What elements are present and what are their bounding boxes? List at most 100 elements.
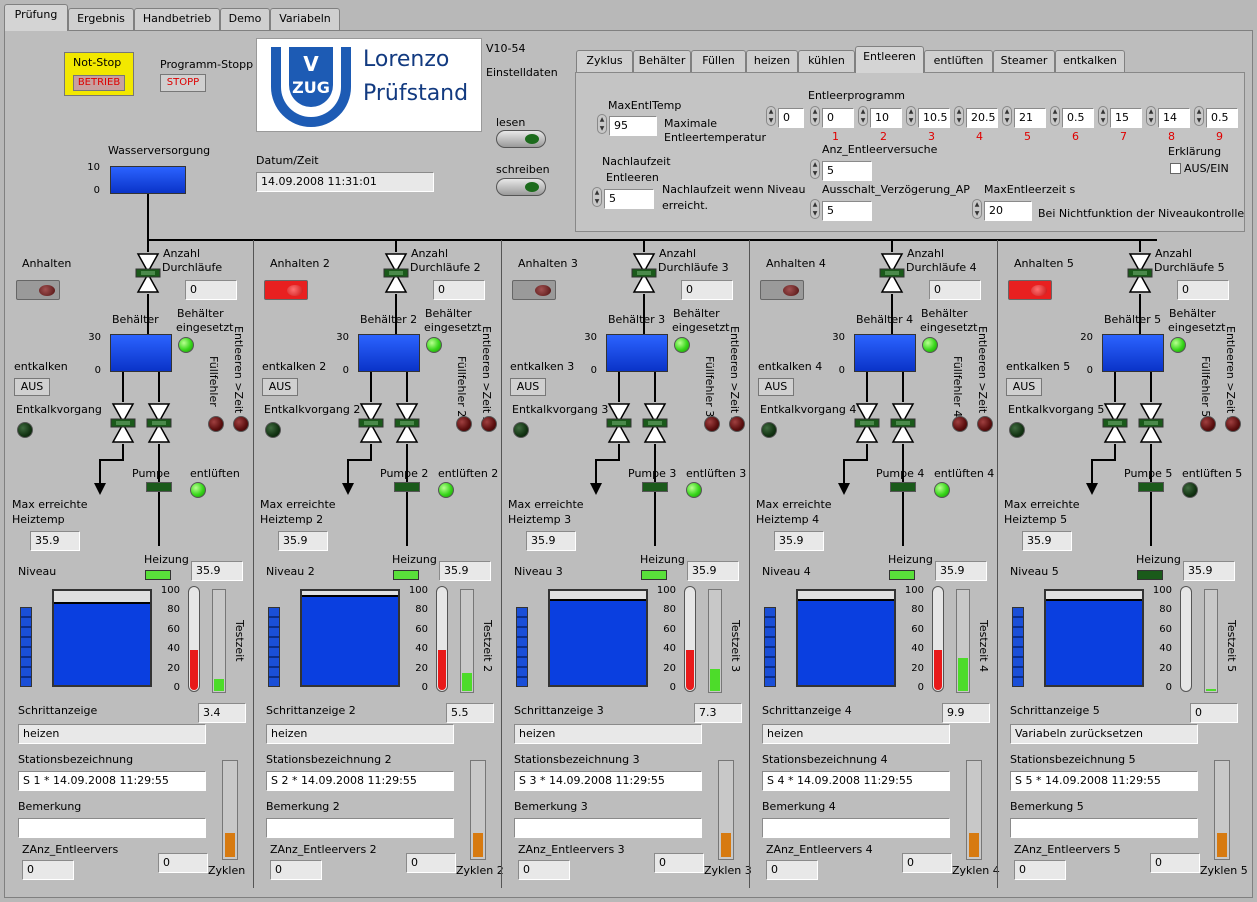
st1-inlet-valve-icon[interactable] bbox=[135, 252, 161, 294]
st1-thermo-scale-0: 0 bbox=[173, 682, 180, 693]
aus-field[interactable]: 5 bbox=[822, 201, 872, 221]
subtab-fllen[interactable]: Füllen bbox=[691, 50, 746, 72]
prog-spinner-4[interactable]: ▲ ▼ bbox=[954, 106, 964, 126]
anz-field[interactable]: 5 bbox=[822, 161, 872, 181]
st3-stationsbez-field[interactable]: S 3 * 14.09.2008 11:29:55 bbox=[514, 771, 702, 791]
maxzeit-field[interactable]: 20 bbox=[984, 201, 1032, 221]
st4-entkalken-aus-button[interactable]: AUS bbox=[758, 378, 794, 396]
st3-outlet-pipe-right bbox=[654, 372, 656, 402]
st2-inlet-valve-icon[interactable] bbox=[383, 252, 409, 294]
erklaerung-checkbox[interactable] bbox=[1170, 163, 1181, 174]
nachlauf-desc2: erreicht. bbox=[662, 199, 709, 212]
st2-stationsbez-field[interactable]: S 2 * 14.09.2008 11:29:55 bbox=[266, 771, 454, 791]
stopp-button[interactable]: STOPP bbox=[160, 74, 206, 92]
st4-entlueften-label: entlüften 4 bbox=[934, 467, 995, 480]
st5-anhalten-toggle[interactable] bbox=[1008, 280, 1052, 300]
subtab-zyklus[interactable]: Zyklus bbox=[576, 50, 633, 72]
st5-schritt-field: 0 bbox=[1190, 703, 1238, 723]
st3-drain-valve-icon[interactable] bbox=[606, 402, 632, 444]
prog-value-4[interactable]: 20.5 bbox=[966, 108, 998, 128]
subtab-heizen[interactable]: heizen bbox=[746, 50, 798, 72]
prog-value-2[interactable]: 10 bbox=[870, 108, 902, 128]
st5-stationsbez-field[interactable]: S 5 * 14.09.2008 11:29:55 bbox=[1010, 771, 1198, 791]
prog-spinner-8[interactable]: ▲ ▼ bbox=[1146, 106, 1156, 126]
subtab-entlften[interactable]: entlüften bbox=[924, 50, 993, 72]
subtab-steamer[interactable]: Steamer bbox=[993, 50, 1055, 72]
st4-inlet-valve-icon[interactable] bbox=[879, 252, 905, 294]
st5-zyklen-field: 0 bbox=[1150, 853, 1200, 873]
logo-mark-top: V bbox=[303, 52, 319, 76]
nachlauf-field[interactable]: 5 bbox=[604, 189, 654, 209]
lesen-button[interactable] bbox=[496, 130, 546, 148]
maxentltemp-field[interactable]: 95 bbox=[609, 116, 657, 136]
st5-drain-valve-icon[interactable] bbox=[1102, 402, 1128, 444]
st5-bemerkung-field[interactable] bbox=[1010, 818, 1198, 838]
prog-value-9[interactable]: 0.5 bbox=[1206, 108, 1238, 128]
st1-entkalken-aus-button[interactable]: AUS bbox=[14, 378, 50, 396]
prog-value-8[interactable]: 14 bbox=[1158, 108, 1190, 128]
subtab-behlter[interactable]: Behälter bbox=[633, 50, 691, 72]
st2-anhalten-toggle[interactable] bbox=[264, 280, 308, 300]
anz-spinner[interactable]: ▲ ▼ bbox=[810, 159, 820, 179]
subtab-entleeren[interactable]: Entleeren bbox=[855, 46, 924, 73]
st2-bemerkung-field[interactable] bbox=[266, 818, 454, 838]
st1-anhalten-toggle[interactable] bbox=[16, 280, 60, 300]
prog-spinner-2[interactable]: ▲ ▼ bbox=[858, 106, 868, 126]
tab-demo[interactable]: Demo bbox=[220, 8, 270, 30]
st4-drain-valve-icon[interactable] bbox=[854, 402, 880, 444]
maxzeit-spinner[interactable]: ▲ ▼ bbox=[972, 199, 982, 219]
st3-behaelter-label: Behälter 3 bbox=[608, 313, 666, 326]
st1-pump-valve-icon[interactable] bbox=[146, 402, 172, 444]
wasser-scale-bottom: 0 bbox=[93, 185, 100, 196]
prog-index-spinner[interactable]: ▲ ▼ bbox=[766, 106, 776, 126]
maxtemp-spinner[interactable]: ▲ ▼ bbox=[597, 114, 607, 134]
nachlauf-spinner[interactable]: ▲ ▼ bbox=[592, 187, 602, 207]
prog-spinner-1[interactable]: ▲ ▼ bbox=[810, 106, 820, 126]
schreiben-button[interactable] bbox=[496, 178, 546, 196]
st2-entkalken-aus-button[interactable]: AUS bbox=[262, 378, 298, 396]
st4-bemerkung-field[interactable] bbox=[762, 818, 950, 838]
prog-value-1[interactable]: 0 bbox=[822, 108, 854, 128]
st1-drain-valve-icon[interactable] bbox=[110, 402, 136, 444]
st5-entkalken-aus-button[interactable]: AUS bbox=[1006, 378, 1042, 396]
prog-spinner-9[interactable]: ▲ ▼ bbox=[1194, 106, 1204, 126]
subtab-entkalken[interactable]: entkalken bbox=[1055, 50, 1125, 72]
st3-inlet-valve-icon[interactable] bbox=[631, 252, 657, 294]
st3-schritt-label: Schrittanzeige 3 bbox=[514, 704, 604, 717]
st1-stationsbez-field[interactable]: S 1 * 14.09.2008 11:29:55 bbox=[18, 771, 206, 791]
st3-pump-valve-icon[interactable] bbox=[642, 402, 668, 444]
tab-variabeln[interactable]: Variabeln bbox=[270, 8, 340, 30]
prog-spinner-3[interactable]: ▲ ▼ bbox=[906, 106, 916, 126]
tab-handbetrieb[interactable]: Handbetrieb bbox=[134, 8, 220, 30]
st4-anhalten-toggle[interactable] bbox=[760, 280, 804, 300]
aus-spinner[interactable]: ▲ ▼ bbox=[810, 199, 820, 219]
tab-ergebnis[interactable]: Ergebnis bbox=[68, 8, 134, 30]
prog-value-3[interactable]: 10.5 bbox=[918, 108, 950, 128]
prog-index-field[interactable]: 0 bbox=[778, 108, 804, 128]
st3-entkalken-aus-button[interactable]: AUS bbox=[510, 378, 546, 396]
st4-stationsbez-field[interactable]: S 4 * 14.09.2008 11:29:55 bbox=[762, 771, 950, 791]
st4-entleeren-zeit-led bbox=[977, 416, 993, 432]
prog-spinner-7[interactable]: ▲ ▼ bbox=[1098, 106, 1108, 126]
prog-value-7[interactable]: 15 bbox=[1110, 108, 1142, 128]
st3-anhalten-toggle[interactable] bbox=[512, 280, 556, 300]
st4-pump-valve-icon[interactable] bbox=[890, 402, 916, 444]
st1-eingesetzt-led bbox=[178, 337, 194, 353]
st3-bemerkung-label: Bemerkung 3 bbox=[514, 800, 588, 813]
subtab-khlen[interactable]: kühlen bbox=[798, 50, 855, 72]
st4-thermo-scale-80: 80 bbox=[911, 604, 924, 616]
prog-spinner-6[interactable]: ▲ ▼ bbox=[1050, 106, 1060, 126]
prog-spinner-5[interactable]: ▲ ▼ bbox=[1002, 106, 1012, 126]
st1-entkalkvorgang-label: Entkalkvorgang bbox=[16, 403, 102, 416]
st3-bemerkung-field[interactable] bbox=[514, 818, 702, 838]
st3-separator bbox=[501, 240, 502, 888]
st2-pump-valve-icon[interactable] bbox=[394, 402, 420, 444]
tab-pruefung[interactable]: Prüfung bbox=[4, 4, 68, 31]
st2-drain-valve-icon[interactable] bbox=[358, 402, 384, 444]
prog-value-5[interactable]: 21 bbox=[1014, 108, 1046, 128]
st1-niveau-label: Niveau bbox=[18, 565, 57, 578]
st1-bemerkung-field[interactable] bbox=[18, 818, 206, 838]
prog-value-6[interactable]: 0.5 bbox=[1062, 108, 1094, 128]
st5-pump-valve-icon[interactable] bbox=[1138, 402, 1164, 444]
st5-inlet-valve-icon[interactable] bbox=[1127, 252, 1153, 294]
